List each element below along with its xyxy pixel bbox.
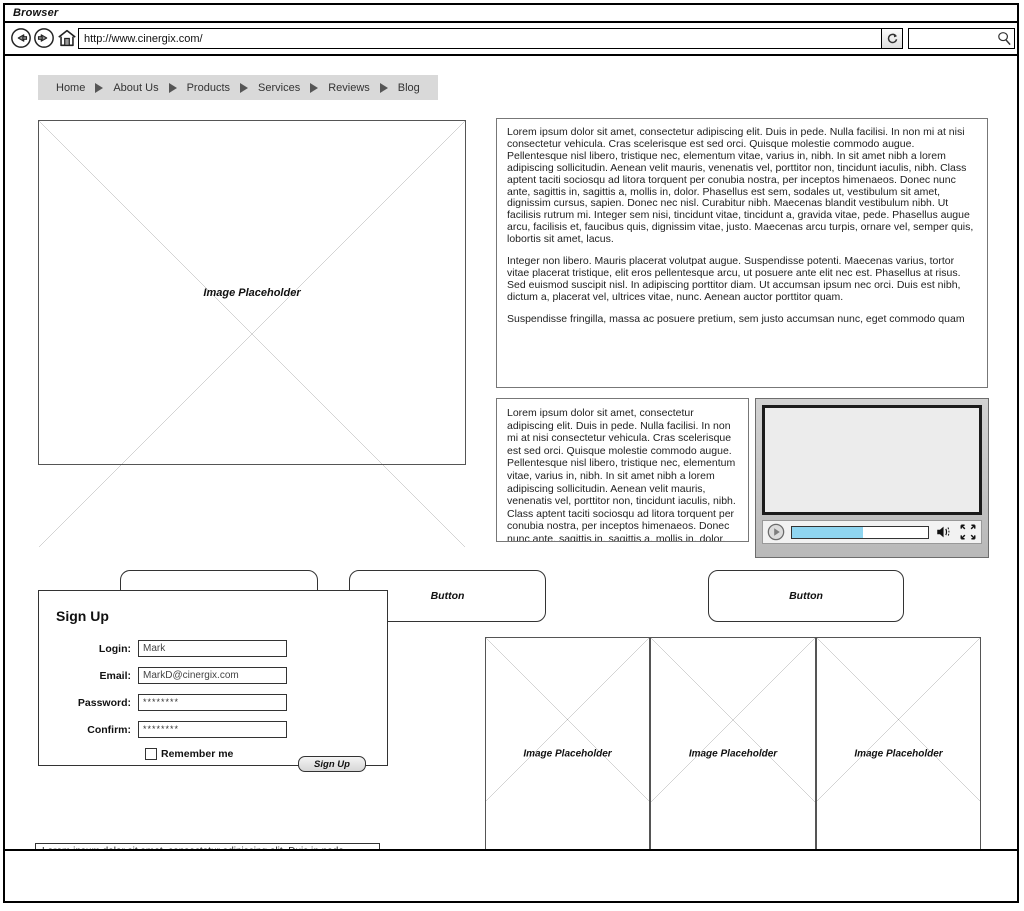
confirm-label: Confirm: (87, 723, 131, 736)
search-icon[interactable] (994, 29, 1014, 48)
browser-window: Browser http://www.cinergix.com/ Home Ab… (3, 3, 1019, 903)
side-text-body: Lorem ipsum dolor sit amet, consectetur … (507, 407, 736, 542)
reload-icon (887, 33, 897, 44)
form-row-email: Email: MarkD@cinergix.com (39, 663, 387, 688)
home-icon[interactable] (56, 27, 78, 49)
browser-toolbar: http://www.cinergix.com/ (5, 23, 1017, 56)
password-input[interactable]: ******** (138, 694, 287, 711)
browser-search-box[interactable] (908, 28, 1015, 49)
form-row-password: Password: ******** (39, 690, 387, 715)
back-arrow-icon[interactable] (10, 27, 32, 49)
video-player (755, 398, 989, 558)
gallery-item-3[interactable]: Image Placeholder (816, 637, 981, 865)
remember-me-checkbox[interactable] (145, 748, 157, 760)
browser-statusbar (5, 849, 1017, 865)
login-label: Login: (98, 642, 131, 655)
remember-me-label: Remember me (161, 748, 234, 760)
browser-titlebar: Browser (5, 5, 1017, 23)
address-bar-value[interactable]: http://www.cinergix.com/ (79, 33, 881, 45)
form-row-login: Login: Mark (39, 636, 387, 661)
nav-item-reviews[interactable]: Reviews (322, 82, 376, 94)
play-icon[interactable] (767, 523, 785, 541)
triangle-right-icon (240, 82, 249, 93)
email-label: Email: (99, 669, 131, 682)
placeholder-cross-icon (651, 638, 815, 802)
fullscreen-icon[interactable] (959, 523, 977, 541)
hero-paragraph-3: Suspendisse fringilla, massa ac posuere … (507, 312, 965, 325)
forward-arrow-icon[interactable] (33, 27, 55, 49)
signup-panel: Sign Up Login: Mark Email: MarkD@cinergi… (38, 590, 388, 766)
site-navigation: Home About Us Products Services Reviews … (38, 75, 438, 100)
placeholder-label: Image Placeholder (854, 748, 943, 759)
triangle-right-icon (310, 82, 319, 93)
signup-submit-button[interactable]: Sign Up (298, 756, 366, 772)
triangle-right-icon (95, 82, 104, 93)
side-text-block: Lorem ipsum dolor sit amet, consectetur … (496, 398, 749, 542)
gallery-item-2[interactable]: Image Placeholder (650, 637, 816, 865)
placeholder-label: Image Placeholder (688, 748, 778, 759)
triangle-right-icon (168, 82, 177, 93)
form-row-confirm: Confirm: ******** (39, 717, 387, 742)
signup-title: Sign Up (56, 608, 109, 624)
email-input[interactable]: MarkD@cinergix.com (138, 667, 287, 684)
login-input[interactable]: Mark (138, 640, 287, 657)
reload-button[interactable] (881, 29, 902, 48)
page-root: Browser http://www.cinergix.com/ Home Ab… (0, 0, 1024, 911)
hero-text-block: Lorem ipsum dolor sit amet, consectetur … (496, 118, 988, 388)
nav-item-about-us[interactable]: About Us (107, 82, 164, 94)
nav-item-blog[interactable]: Blog (392, 82, 426, 94)
browser-nav-icons (10, 27, 78, 49)
volume-icon[interactable] (935, 523, 953, 541)
gallery-item-1[interactable]: Image Placeholder (485, 637, 650, 865)
triangle-right-icon (379, 82, 388, 93)
hero-paragraph-1: Lorem ipsum dolor sit amet, consectetur … (507, 126, 974, 246)
main-image-placeholder: Image Placeholder (38, 120, 466, 465)
hero-paragraph-2: Integer non libero. Mauris placerat volu… (507, 255, 961, 303)
nav-item-services[interactable]: Services (252, 82, 306, 94)
signup-form: Login: Mark Email: MarkD@cinergix.com Pa… (39, 636, 387, 760)
placeholder-label: Image Placeholder (523, 748, 612, 759)
nav-item-products[interactable]: Products (181, 82, 236, 94)
confirm-input[interactable]: ******** (138, 721, 287, 738)
placeholder-cross-icon (817, 638, 980, 801)
video-screen[interactable] (762, 405, 982, 515)
video-controls (762, 520, 982, 544)
password-label: Password: (77, 696, 131, 709)
browser-title: Browser (13, 7, 59, 19)
video-progress-bar[interactable] (791, 525, 929, 539)
placeholder-label: Image Placeholder (203, 286, 301, 299)
video-progress-fill (792, 526, 863, 538)
address-bar[interactable]: http://www.cinergix.com/ (78, 28, 903, 49)
placeholder-cross-icon (486, 638, 649, 801)
action-button-3[interactable]: Button (708, 570, 904, 622)
placeholder-cross-icon (39, 121, 465, 547)
page-viewport: Home About Us Products Services Reviews … (5, 56, 1017, 865)
nav-item-home[interactable]: Home (50, 82, 91, 94)
image-gallery: Image Placeholder Image Placeholder Imag… (485, 637, 981, 865)
